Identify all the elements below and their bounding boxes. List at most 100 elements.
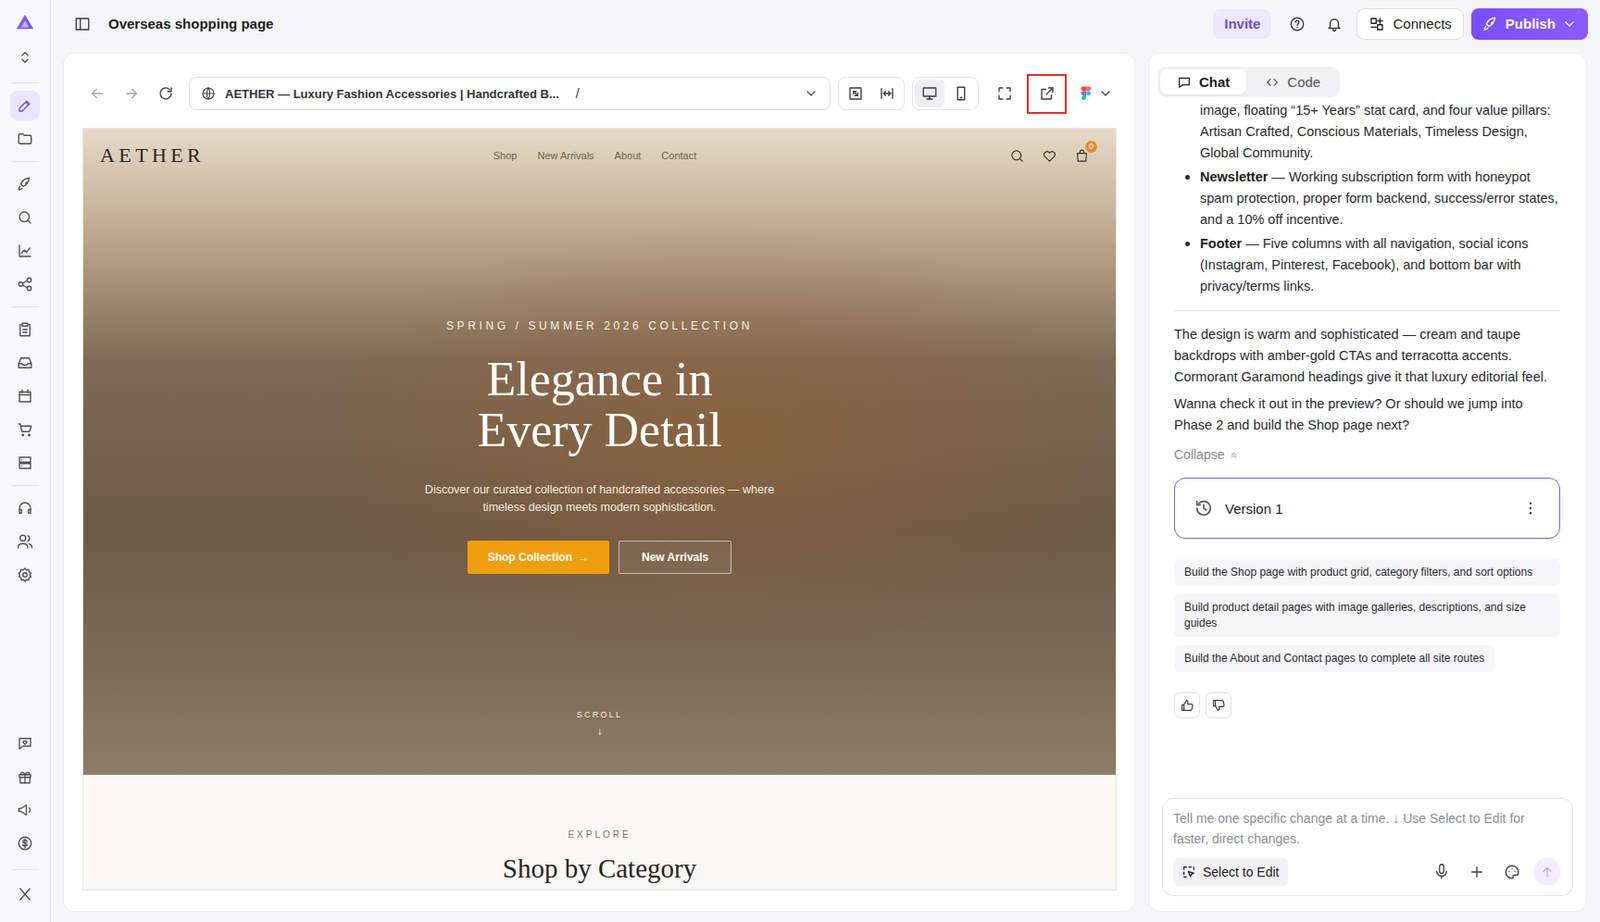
thumbs-down-icon [1211,698,1226,713]
help-button[interactable] [1282,9,1313,39]
megaphone-icon [16,801,34,819]
suggestion-chip[interactable]: Build product detail pages with image ga… [1174,594,1561,638]
open-external-button[interactable] [1026,74,1067,114]
message-paragraph: Wanna check it out in the preview? Or sh… [1174,393,1561,437]
chat-heart-icon [16,735,34,752]
send-button[interactable] [1533,858,1562,887]
rail-item[interactable] [10,381,40,412]
connects-button[interactable]: Connects [1356,8,1463,40]
scroll-indicator[interactable]: SCROLL↓ [83,710,1116,775]
suggestion-chip[interactable]: Build the Shop page with product grid, c… [1174,559,1561,587]
bullet-list: image, floating “15+ Years” stat card, a… [1174,100,1561,298]
fit-button[interactable] [840,79,871,108]
rail-item[interactable] [10,879,40,910]
device-button[interactable] [946,79,976,108]
edit-icon [16,97,34,114]
attach-button[interactable] [1462,858,1491,887]
rail-item[interactable] [10,169,40,200]
rail-item[interactable] [10,348,40,378]
plus-icon [1468,863,1486,881]
bullet-item: image, floating “15+ Years” stat card, a… [1174,100,1561,164]
rail-item[interactable] [10,414,40,445]
hero-title: Elegance in Every Detail [442,353,758,456]
select-cursor-icon [1181,864,1197,880]
shop-collection-button[interactable]: Shop Collection→ [467,540,610,575]
rail-item[interactable] [10,728,40,759]
figma-export-button[interactable] [1074,85,1117,102]
chevron-down-icon [803,86,819,101]
device-toggle [912,76,979,111]
rail-item[interactable] [10,493,40,524]
rail-divider [11,306,39,308]
bell-icon [1325,15,1343,33]
rail-item[interactable] [10,90,40,121]
rail-item[interactable] [10,236,40,266]
rail-item[interactable] [10,762,40,792]
bullet-item: Newsletter — Working subscription form w… [1174,166,1561,231]
back-button[interactable] [82,78,113,109]
new-arrivals-button[interactable]: New Arrivals [618,540,732,575]
rocket-icon [16,175,34,193]
nav-link[interactable]: New Arrivals [537,150,594,162]
arrow-left-icon [88,85,106,102]
fullscreen-button[interactable] [989,78,1020,109]
chat-icon [1176,75,1192,90]
rocket-icon [1482,15,1500,33]
settings-icon [16,566,34,584]
select-to-edit-button[interactable]: Select to Edit [1173,858,1288,887]
suggestion-chip[interactable]: Build the About and Contact pages to com… [1174,645,1495,673]
brand-logo-icon[interactable] [10,7,40,38]
url-field[interactable]: AETHER — Luxury Fashion Accessories | Ha… [188,76,831,111]
nav-link[interactable]: About [614,150,642,162]
nav-link[interactable]: Shop [493,150,518,162]
rail-item[interactable] [10,526,40,557]
cart-button[interactable]: 0 [1074,148,1090,164]
site-nav: AETHERShop New Arrivals About Contact 0 [83,128,1116,183]
clipboard-icon [16,321,34,338]
forward-button[interactable] [116,78,147,109]
panel-tab[interactable]: Code [1248,69,1338,95]
workspace-switch-button[interactable] [10,42,40,73]
version-card[interactable]: Version 1 [1174,477,1561,539]
hero-section: AETHERShop New Arrivals About Contact 0 SPRIN… [83,128,1116,775]
invite-button[interactable]: Invite [1212,9,1272,39]
rail-item[interactable] [10,202,40,233]
rail-item[interactable] [10,560,40,590]
collapse-button[interactable]: Collapse [1174,445,1561,464]
rail-item[interactable] [10,448,40,478]
hero-eyebrow: SPRING / SUMMER 2026 COLLECTION [446,318,753,334]
site-logo[interactable]: AETHER [100,143,494,168]
theme-button[interactable] [1498,858,1526,887]
database-icon [16,454,34,472]
chart-icon [16,242,34,260]
help-icon [1288,15,1306,33]
gift-icon [16,768,34,786]
thumbs-up-button[interactable] [1174,692,1200,719]
microphone-icon [1433,863,1450,881]
device-button[interactable] [914,79,945,108]
rail-item[interactable] [10,124,40,154]
connects-icon [1368,15,1386,33]
cart-icon [16,421,34,438]
width-icon [878,85,896,102]
reload-button[interactable] [150,78,181,109]
panel-tab[interactable]: Chat [1160,69,1247,95]
voice-button[interactable] [1427,858,1456,887]
search-button[interactable] [1009,148,1025,164]
rail-item[interactable] [10,828,40,859]
chat-input[interactable] [1173,808,1562,853]
mobile-icon [952,85,970,102]
more-icon[interactable] [1522,500,1539,517]
nav-link[interactable]: Contact [661,150,697,162]
users-icon [16,533,34,550]
rail-item[interactable] [10,795,40,825]
rail-divider [11,82,39,84]
notifications-button[interactable] [1319,9,1350,39]
sidebar-toggle-button[interactable] [67,9,98,39]
rail-item[interactable] [10,314,40,345]
publish-button[interactable]: Publish [1471,8,1588,40]
rail-item[interactable] [10,269,40,300]
thumbs-down-button[interactable] [1205,692,1232,719]
heart-button[interactable] [1041,148,1058,164]
full-width-button[interactable] [872,79,902,108]
